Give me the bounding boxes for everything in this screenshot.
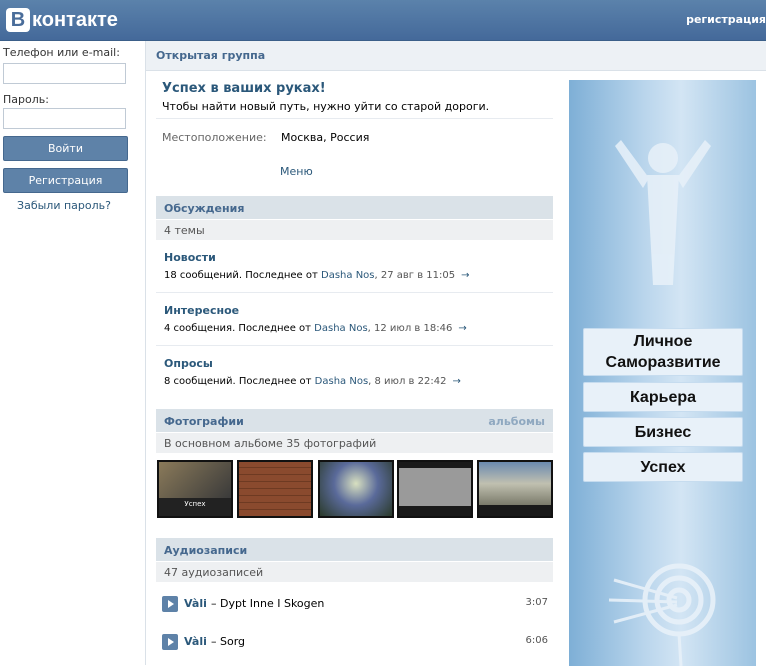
topic-date: , 12 июл в 18:46 <box>367 323 453 334</box>
discussions-count: 4 темы <box>164 224 205 237</box>
person-arms-up-icon <box>615 140 711 285</box>
audio-header[interactable]: Аудиозаписи <box>156 538 553 561</box>
track-artist[interactable]: Vàli <box>184 635 207 648</box>
menu-link[interactable]: Меню <box>280 165 313 178</box>
photos-header[interactable]: Фотографии альбомы <box>156 409 553 432</box>
play-icon[interactable] <box>162 634 178 650</box>
track-separator: – <box>211 597 220 610</box>
track-artist[interactable]: Vàli <box>184 597 207 610</box>
topic-meta-text: 4 сообщения. Последнее от <box>164 323 315 334</box>
discussions-header[interactable]: Обсуждения <box>156 196 553 219</box>
vk-logo[interactable]: В контакте <box>6 7 118 33</box>
login-sidebar: Телефон или e-mail: Пароль: Войти Регист… <box>0 41 146 665</box>
discussions-count-bar: 4 темы <box>156 220 553 240</box>
play-icon[interactable] <box>162 596 178 612</box>
topic-arrow-icon[interactable]: → <box>452 376 460 387</box>
track-duration: 3:07 <box>525 597 548 608</box>
group-banner[interactable]: Личное Саморазвитие Карьера Бизнес Успех <box>569 80 756 666</box>
photo-thumbnail[interactable] <box>477 460 553 518</box>
divider <box>156 118 553 119</box>
photo-thumbnail[interactable] <box>397 460 473 518</box>
password-input[interactable] <box>3 108 126 129</box>
topic-date: , 8 июл в 22:42 <box>368 376 447 387</box>
track-separator: – <box>211 635 220 648</box>
photos-count: В основном альбоме 35 фотографий <box>164 437 377 450</box>
top-bar: В контакте регистрация <box>0 0 766 41</box>
login-button[interactable]: Войти <box>3 136 128 161</box>
topic-arrow-icon[interactable]: → <box>458 323 466 334</box>
divider <box>156 292 553 293</box>
photo-image <box>159 462 231 498</box>
topic-author-link[interactable]: Dasha Nos <box>321 270 375 281</box>
albums-link[interactable]: альбомы <box>488 415 545 428</box>
register-button[interactable]: Регистрация <box>3 168 128 193</box>
topic-date: , 27 авг в 11:05 <box>374 270 456 281</box>
target-arrows-icon <box>608 563 716 666</box>
topic-arrow-icon[interactable]: → <box>461 270 469 281</box>
forgot-password-link[interactable]: Забыли пароль? <box>0 199 128 212</box>
photo-thumbnail[interactable] <box>318 460 394 518</box>
topic-title[interactable]: Опросы <box>164 357 213 370</box>
track-song: Sorg <box>220 635 246 648</box>
photo-caption: Успех <box>184 500 206 508</box>
location-value: Москва, Россия <box>281 131 370 144</box>
logo-text: контакте <box>32 8 118 31</box>
photos-count-bar: В основном альбоме 35 фотографий <box>156 433 553 453</box>
audio-title: Аудиозаписи <box>164 544 248 557</box>
group-status-text: Чтобы найти новый путь, нужно уйти со ст… <box>162 100 490 113</box>
photos-title: Фотографии <box>164 415 244 428</box>
track-song: Dypt Inne I Skogen <box>220 597 325 610</box>
topic-meta-text: 18 сообщений. Последнее от <box>164 270 322 281</box>
location-label: Местоположение: <box>162 131 267 144</box>
topic-meta-text: 8 сообщений. Последнее от <box>164 376 315 387</box>
topic-author-link[interactable]: Dasha Nos <box>315 376 369 387</box>
photo-thumbnail[interactable] <box>237 460 313 518</box>
password-label: Пароль: <box>3 93 49 106</box>
track-title: – Dypt Inne I Skogen <box>211 597 324 610</box>
banner-item-business[interactable]: Бизнес <box>583 417 743 447</box>
discussions-title: Обсуждения <box>164 202 245 215</box>
topic-author-link[interactable]: Dasha Nos <box>314 323 368 334</box>
track-title: – Sorg <box>211 635 245 648</box>
phone-input[interactable] <box>3 63 126 84</box>
logo-letter: В <box>6 8 30 32</box>
audio-count-bar: 47 аудиозаписей <box>156 562 553 582</box>
group-type-header: Открытая группа <box>146 41 766 71</box>
audio-track: Vàli – Dypt Inne I Skogen 3:07 <box>162 595 548 615</box>
topic-meta: 18 сообщений. Последнее от Dasha Nos, 27… <box>164 270 470 281</box>
track-duration: 6:06 <box>525 635 548 646</box>
group-status-title: Успех в ваших руках! <box>162 81 326 96</box>
topic-title[interactable]: Интересное <box>164 304 239 317</box>
divider <box>156 345 553 346</box>
topic-meta: 4 сообщения. Последнее от Dasha Nos, 12 … <box>164 323 467 334</box>
group-page: Открытая группа Успех в ваших руках! Что… <box>146 41 766 666</box>
topic-title[interactable]: Новости <box>164 251 216 264</box>
group-type-label: Открытая группа <box>156 49 266 62</box>
phone-label: Телефон или e-mail: <box>3 46 120 59</box>
banner-item-self-development[interactable]: Личное Саморазвитие <box>583 328 743 376</box>
photo-thumbnail[interactable]: Успех <box>157 460 233 518</box>
header-register-link[interactable]: регистрация <box>686 13 766 26</box>
banner-item-success[interactable]: Успех <box>583 452 743 482</box>
audio-track: Vàli – Sorg 6:06 <box>162 633 548 653</box>
audio-count: 47 аудиозаписей <box>164 566 264 579</box>
banner-item-career[interactable]: Карьера <box>583 382 743 412</box>
topic-meta: 8 сообщений. Последнее от Dasha Nos, 8 и… <box>164 376 461 387</box>
